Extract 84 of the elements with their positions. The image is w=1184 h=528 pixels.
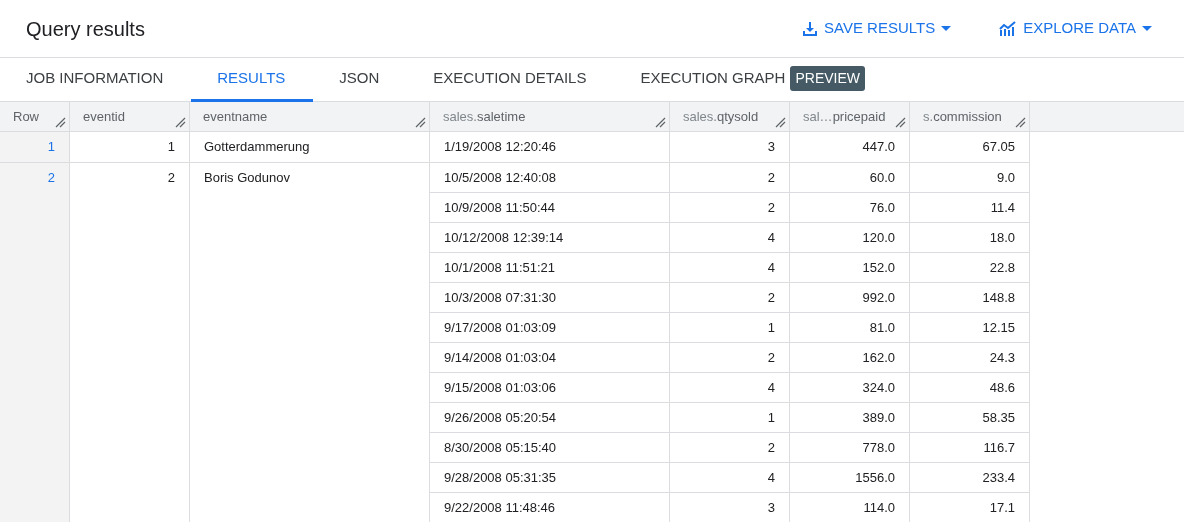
table-cell: 1556.0 [790,462,910,492]
table-cell: 778.0 [790,432,910,462]
tab[interactable]: JSON [313,58,408,102]
table-cell: 10/5/2008 12:40:08 [430,162,670,192]
table-cell: 4 [670,222,790,252]
table-cell: 2 [670,282,790,312]
resize-handle-icon[interactable] [655,117,666,128]
table-cell: 18.0 [910,222,1030,252]
tab[interactable]: EXECUTION GRAPH PREVIEW [614,58,894,102]
preview-badge: PREVIEW [790,66,866,91]
column-header[interactable]: eventid [70,102,190,132]
table-cell: 4 [670,462,790,492]
table-cell: 992.0 [790,282,910,312]
page-title: Query results [26,16,145,41]
row-number: 2 [0,162,70,522]
resize-handle-icon[interactable] [415,117,426,128]
table-cell: 1/19/2008 12:20:46 [430,132,670,162]
table-cell: 152.0 [790,252,910,282]
table-cell: 2 [670,162,790,192]
table-cell: 9/17/2008 01:03:09 [430,312,670,342]
table-cell: 447.0 [790,132,910,162]
resize-handle-icon[interactable] [175,117,186,128]
table-cell: 48.6 [910,372,1030,402]
table-cell: 10/1/2008 11:51:21 [430,252,670,282]
table-cell: 81.0 [790,312,910,342]
table-cell: 76.0 [790,192,910,222]
table-cell: 114.0 [790,492,910,522]
table-cell: 162.0 [790,342,910,372]
table-cell: 233.4 [910,462,1030,492]
table-cell: 1 [670,312,790,342]
table-cell: 389.0 [790,402,910,432]
column-header[interactable]: Row [0,102,70,132]
table-cell: 9/14/2008 01:03:04 [430,342,670,372]
table-cell: 324.0 [790,372,910,402]
resize-handle-icon[interactable] [55,117,66,128]
chart-icon [999,20,1018,37]
download-icon [802,20,819,37]
table-cell: 10/12/2008 12:39:14 [430,222,670,252]
column-header[interactable]: sales.saletime [430,102,670,132]
table-cell: 2 [670,342,790,372]
column-header[interactable]: sales.qtysold [670,102,790,132]
caret-icon [941,26,952,31]
column-header[interactable]: sal…pricepaid [790,102,910,132]
table-cell: 4 [670,252,790,282]
resize-handle-icon[interactable] [1015,117,1026,128]
table-cell: Boris Godunov [190,162,430,522]
save-button[interactable]: SAVE RESULTS [796,13,958,44]
table-cell: 116.7 [910,432,1030,462]
table-cell: 60.0 [790,162,910,192]
table-cell: 58.35 [910,402,1030,432]
table-cell: 17.1 [910,492,1030,522]
table-cell: 9/15/2008 01:03:06 [430,372,670,402]
column-header[interactable]: eventname [190,102,430,132]
table-cell: 2 [670,432,790,462]
table-cell: 3 [670,492,790,522]
table-cell: Gotterdammerung [190,132,430,162]
table-cell: 24.3 [910,342,1030,372]
table-cell: 2 [670,192,790,222]
explore-button[interactable]: EXPLORE DATA [993,13,1158,44]
table-cell: 9.0 [910,162,1030,192]
caret-icon [1142,26,1152,31]
table-cell: 9/26/2008 05:20:54 [430,402,670,432]
table-cell: 148.8 [910,282,1030,312]
resize-handle-icon[interactable] [895,117,906,128]
table-cell: 4 [670,372,790,402]
resize-handle-icon[interactable] [775,117,786,128]
table-cell: 1 [670,402,790,432]
table-cell: 9/28/2008 05:31:35 [430,462,670,492]
table-cell: 10/9/2008 11:50:44 [430,192,670,222]
table-cell: 3 [670,132,790,162]
table-cell: 12.15 [910,312,1030,342]
tab[interactable]: EXECUTION DETAILS [407,58,615,102]
table-cell: 67.05 [910,132,1030,162]
table-cell: 1 [70,132,190,162]
table-cell: 120.0 [790,222,910,252]
table-cell: 8/30/2008 05:15:40 [430,432,670,462]
table-cell: 9/22/2008 11:48:46 [430,492,670,522]
table-cell: 22.8 [910,252,1030,282]
tab[interactable]: JOB INFORMATION [0,58,192,102]
table-cell: 11.4 [910,192,1030,222]
row-number: 1 [0,132,70,162]
column-header[interactable]: s.commission [910,102,1030,132]
table-cell: 2 [70,162,190,522]
table-cell: 10/3/2008 07:31:30 [430,282,670,312]
